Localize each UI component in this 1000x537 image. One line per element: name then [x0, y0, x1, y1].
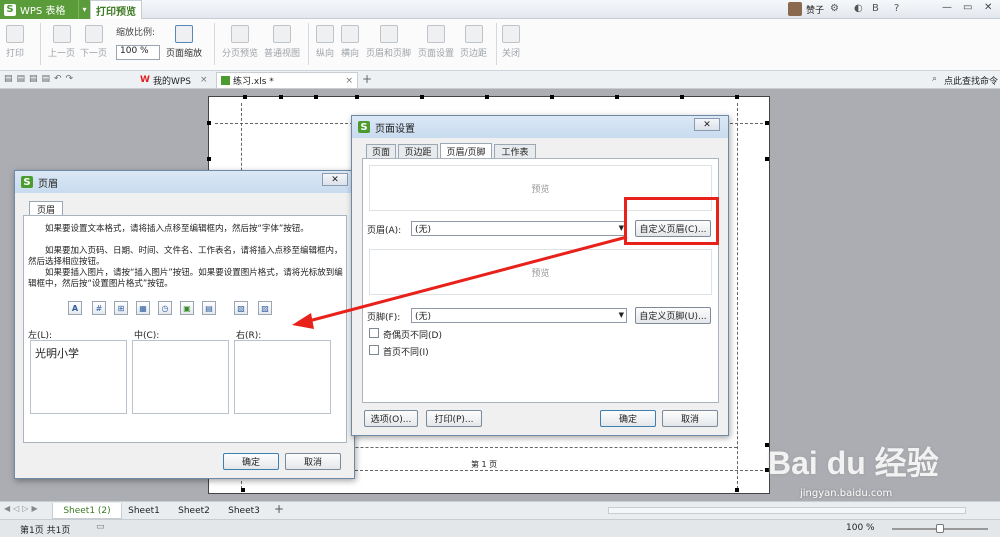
sheet-icon: ▭	[96, 522, 105, 532]
sheet-tab[interactable]: Sheet2	[172, 503, 216, 519]
add-sheet-icon[interactable]: +	[274, 502, 284, 516]
horizontal-scrollbar[interactable]	[608, 507, 966, 514]
baidu-watermark: Bai du 经验	[768, 445, 939, 481]
status-bar: 第1页 共1页 ▭ 100 %	[0, 519, 1000, 537]
sheet-tab[interactable]: Sheet1 (2)	[52, 503, 122, 519]
sheet-tab-bar: ◀◁▷▶ Sheet1 (2) Sheet1 Sheet2 Sheet3 +	[0, 501, 1000, 519]
zoom-level: 100 %	[846, 523, 875, 533]
sheet-tab[interactable]: Sheet3	[222, 503, 266, 519]
sheet-tab[interactable]: Sheet1	[122, 503, 166, 519]
watermark-url: jingyan.baidu.com	[800, 488, 893, 499]
sheet-nav-icons[interactable]: ◀◁▷▶	[4, 504, 41, 513]
zoom-slider-thumb[interactable]	[936, 524, 944, 533]
page-info: 第1页 共1页	[20, 526, 71, 536]
